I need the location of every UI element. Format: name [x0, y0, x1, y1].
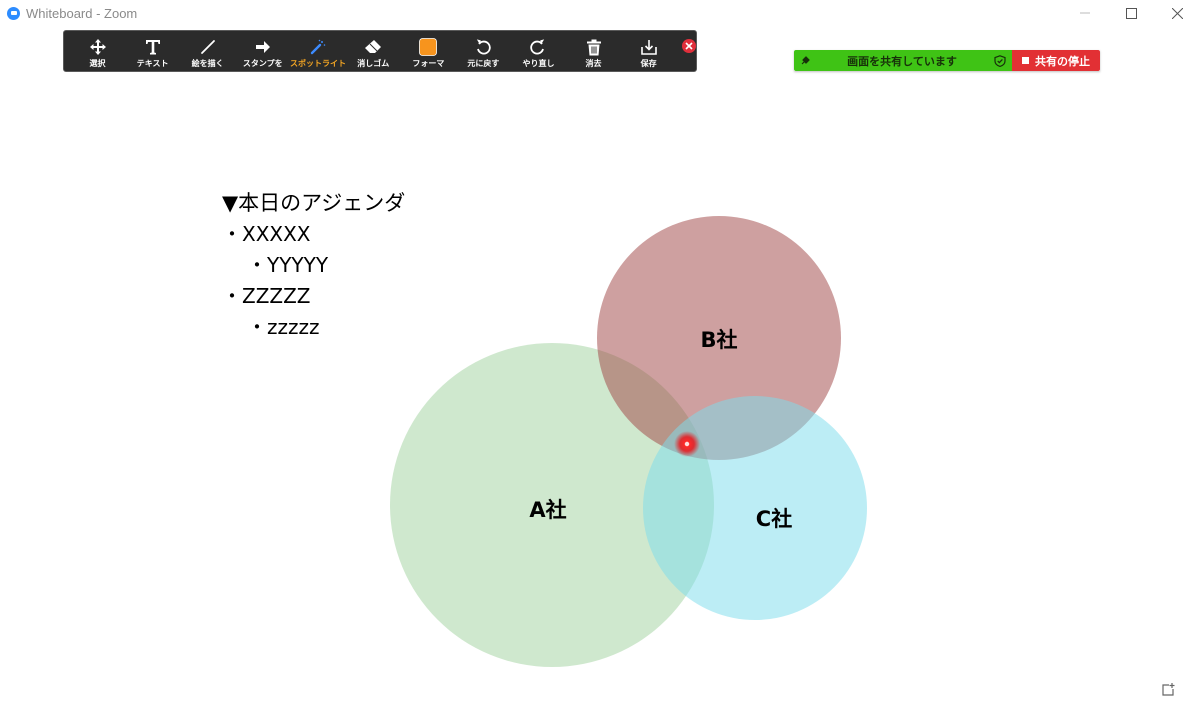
new-whiteboard-icon[interactable] [1160, 682, 1176, 698]
circle-b-label: B社 [700, 328, 737, 352]
spotlight-pointer-core [684, 441, 690, 447]
circle-a-label: A社 [529, 498, 566, 522]
zoom-whiteboard-window: Whiteboard - Zoom 選択 テキスト 絵を描く スタンプを スポッ… [0, 0, 1200, 718]
venn-diagram: A社 B社 C社 [390, 216, 867, 667]
circle-c-label: C社 [756, 507, 792, 531]
